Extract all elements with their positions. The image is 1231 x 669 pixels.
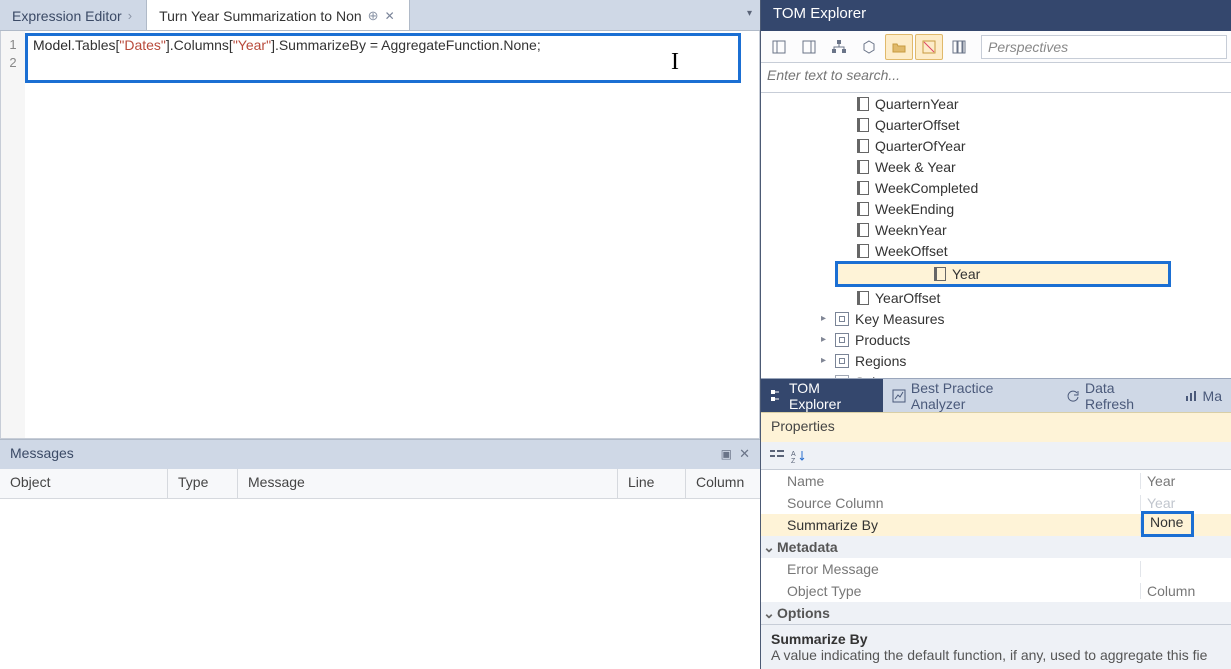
prop-group-metadata[interactable]: ⌄Metadata <box>761 536 1231 558</box>
properties-header: Properties <box>761 412 1231 442</box>
chevron-down-icon: ⌄ <box>761 605 777 622</box>
toolbar-cube-icon[interactable] <box>855 34 883 60</box>
tree-col-year[interactable]: Year <box>835 261 1171 287</box>
tree-table-regions[interactable]: ▸Regions <box>761 350 1231 371</box>
code-editor[interactable]: 1 2 Model.Tables["Dates"].Columns["Year"… <box>0 31 760 439</box>
svg-text:Z: Z <box>791 458 796 464</box>
column-icon <box>857 97 869 111</box>
col-column[interactable]: Column <box>686 469 760 498</box>
messages-header: Messages ▣ ✕ <box>0 439 760 469</box>
tree-table-sales[interactable]: ▸Sales <box>761 371 1231 378</box>
toolbar-hierarchy-icon[interactable] <box>825 34 853 60</box>
tree-table-keymeasures[interactable]: ▸Key Measures <box>761 308 1231 329</box>
categorized-icon[interactable] <box>769 448 785 464</box>
chevron-right-icon: › <box>128 8 132 23</box>
tom-search[interactable] <box>761 63 1231 93</box>
prop-error-message[interactable]: Error Message <box>761 558 1231 580</box>
tree-col-weekyear[interactable]: Week & Year <box>761 156 1231 177</box>
property-description: Summarize By A value indicating the defa… <box>761 624 1231 669</box>
tom-toolbar: Perspectives <box>761 31 1231 63</box>
close-icon[interactable]: ✕ <box>385 9 395 23</box>
prop-object-type[interactable]: Object TypeColumn <box>761 580 1231 602</box>
summarize-by-value-highlight: None <box>1141 511 1194 537</box>
toolbar-btn-2[interactable] <box>795 34 823 60</box>
table-icon <box>835 312 849 326</box>
column-icon <box>934 267 946 281</box>
col-object[interactable]: Object <box>0 469 168 498</box>
tab-label: Turn Year Summarization to Non <box>159 8 362 24</box>
analyzer-icon <box>892 389 906 403</box>
messages-columns: Object Type Message Line Column <box>0 469 760 499</box>
perspectives-input[interactable]: Perspectives <box>981 35 1227 59</box>
tab-tom-explorer[interactable]: TOM Explorer <box>761 379 883 412</box>
tree-col-yearoffset[interactable]: YearOffset <box>761 287 1231 308</box>
sort-az-icon[interactable]: AZ <box>791 448 807 464</box>
chevron-right-icon: ▸ <box>821 313 831 324</box>
chevron-right-icon: ▸ <box>821 355 831 366</box>
search-input[interactable] <box>767 67 1225 83</box>
text-cursor-icon: I <box>671 53 679 71</box>
properties-grid: NameYear Source ColumnYear Summarize By … <box>761 470 1231 624</box>
tree-col-weekoffset[interactable]: WeekOffset <box>761 240 1231 261</box>
column-icon <box>857 202 869 216</box>
column-icon <box>857 160 869 174</box>
table-icon <box>835 354 849 368</box>
col-type[interactable]: Type <box>168 469 238 498</box>
column-icon <box>857 244 869 258</box>
tab-ma[interactable]: Ma <box>1175 379 1231 412</box>
pin-icon[interactable]: ▣ <box>721 447 732 461</box>
tree-col-weekcompleted[interactable]: WeekCompleted <box>761 177 1231 198</box>
messages-body <box>0 499 760 669</box>
prop-summarize-by[interactable]: Summarize By None <box>761 514 1231 536</box>
column-icon <box>857 291 869 305</box>
pin-icon[interactable]: ⊕ <box>368 8 379 24</box>
line-gutter: 1 2 <box>1 31 25 438</box>
explorer-tabs: TOM Explorer Best Practice Analyzer Data… <box>761 378 1231 412</box>
prop-group-options[interactable]: ⌄Options <box>761 602 1231 624</box>
tab-script[interactable]: Turn Year Summarization to Non ⊕ ✕ <box>147 0 410 30</box>
close-icon[interactable]: ✕ <box>739 446 750 462</box>
tree-icon <box>770 389 784 403</box>
properties-toolbar: AZ <box>761 442 1231 470</box>
toolbar-folder-icon[interactable] <box>885 34 913 60</box>
tree-col-weekending[interactable]: WeekEnding <box>761 198 1231 219</box>
tree-col-weeknyear[interactable]: WeeknYear <box>761 219 1231 240</box>
toolbar-btn-1[interactable] <box>765 34 793 60</box>
chevron-right-icon: ▸ <box>821 334 831 345</box>
editor-tabbar: Expression Editor › Turn Year Summarizat… <box>0 0 760 31</box>
chevron-down-icon: ⌄ <box>761 539 777 556</box>
tree-table-products[interactable]: ▸Products <box>761 329 1231 350</box>
tab-data-refresh[interactable]: Data Refresh <box>1057 379 1175 412</box>
dropdown-icon[interactable]: ▾ <box>747 8 752 19</box>
table-icon <box>835 333 849 347</box>
col-line[interactable]: Line <box>618 469 686 498</box>
column-icon <box>857 139 869 153</box>
column-icon <box>857 223 869 237</box>
code-text-area[interactable]: Model.Tables["Dates"].Columns["Year"].Su… <box>25 31 759 438</box>
column-icon <box>857 118 869 132</box>
col-message[interactable]: Message <box>238 469 618 498</box>
svg-text:A: A <box>791 451 796 458</box>
tom-explorer-header: TOM Explorer <box>761 0 1231 31</box>
tab-bpa[interactable]: Best Practice Analyzer <box>883 379 1057 412</box>
tree-col-quarternyear[interactable]: QuarternYear <box>761 93 1231 114</box>
chart-icon <box>1184 389 1198 403</box>
column-icon <box>857 181 869 195</box>
chevron-right-icon: ▸ <box>821 376 831 378</box>
refresh-icon <box>1066 389 1080 403</box>
toolbar-columns-icon[interactable] <box>945 34 973 60</box>
table-icon <box>835 375 849 379</box>
toolbar-filter-icon[interactable] <box>915 34 943 60</box>
tab-label: Expression Editor <box>12 8 122 24</box>
code-line: Model.Tables["Dates"].Columns["Year"].Su… <box>33 36 751 54</box>
tree-col-quarterofyear[interactable]: QuarterOfYear <box>761 135 1231 156</box>
tab-expression-editor[interactable]: Expression Editor › <box>0 0 147 30</box>
tom-tree[interactable]: QuarternYear QuarterOffset QuarterOfYear… <box>761 93 1231 378</box>
tree-col-quarteroffset[interactable]: QuarterOffset <box>761 114 1231 135</box>
prop-name[interactable]: NameYear <box>761 470 1231 492</box>
messages-title: Messages <box>10 445 74 461</box>
